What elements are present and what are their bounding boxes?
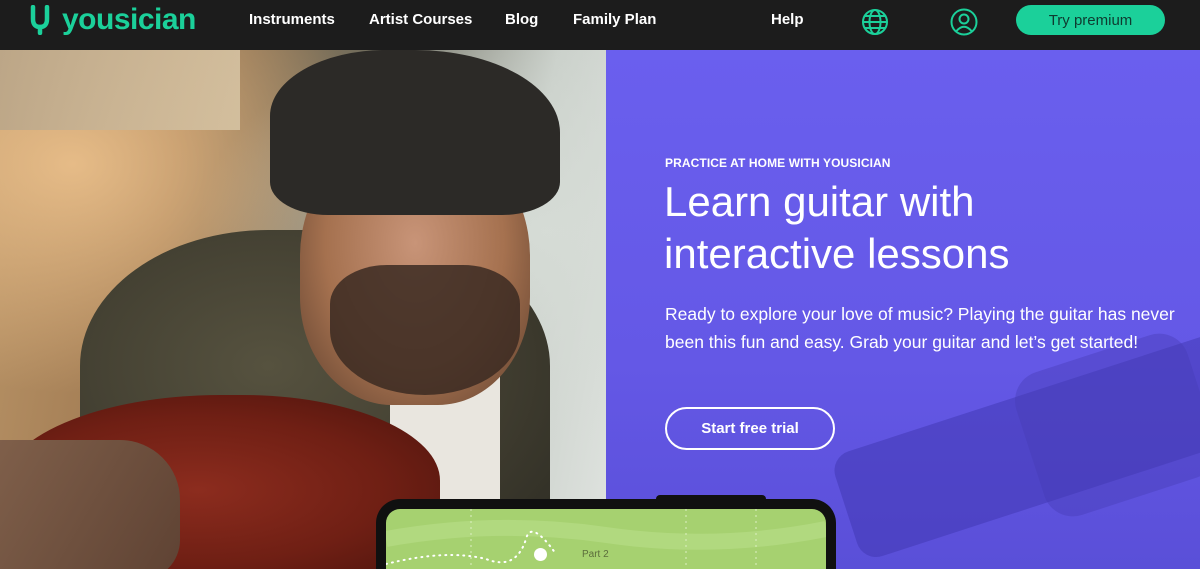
hero-description: Ready to explore your love of music? Pla… (665, 304, 1175, 352)
hero-headline-line-2: interactive lessons (664, 230, 1010, 277)
lesson-part-label: Part 2 (582, 549, 609, 560)
hero-panel: PRACTICE AT HOME WITH YOUSICIAN Learn gu… (606, 50, 1200, 569)
brand-logo[interactable]: yousician (28, 5, 196, 35)
phone-notch (656, 495, 766, 503)
user-account-icon[interactable] (949, 7, 979, 37)
playhead-dot (534, 548, 547, 561)
brand-name: yousician (62, 3, 196, 36)
nav-link-family-plan[interactable]: Family Plan (573, 11, 656, 29)
hero-eyebrow: PRACTICE AT HOME WITH YOUSICIAN (665, 156, 891, 170)
nav-link-help[interactable]: Help (771, 11, 804, 29)
yousician-logo-icon (30, 5, 50, 35)
hero-headline: Learn guitar with interactive lessons (664, 176, 1184, 280)
photo-arm (0, 440, 180, 569)
nav-link-instruments[interactable]: Instruments (249, 11, 335, 29)
hero-photo-guitarist (0, 50, 606, 569)
phone-mockup: Part 2 (376, 495, 836, 569)
lesson-track-graphic (386, 509, 826, 569)
hero-headline-line-1: Learn guitar with (664, 178, 975, 225)
photo-beard (330, 265, 520, 395)
top-navigation: yousician Instruments Artist Courses Blo… (0, 0, 1200, 50)
photo-cap (270, 50, 560, 215)
nav-link-blog[interactable]: Blog (505, 11, 538, 29)
phone-screen: Part 2 (386, 509, 826, 569)
photo-bookshelf (0, 50, 240, 130)
nav-link-artist-courses[interactable]: Artist Courses (369, 11, 472, 29)
globe-icon[interactable] (860, 7, 890, 37)
start-free-trial-button[interactable]: Start free trial (665, 407, 835, 450)
try-premium-button[interactable]: Try premium (1016, 5, 1165, 35)
